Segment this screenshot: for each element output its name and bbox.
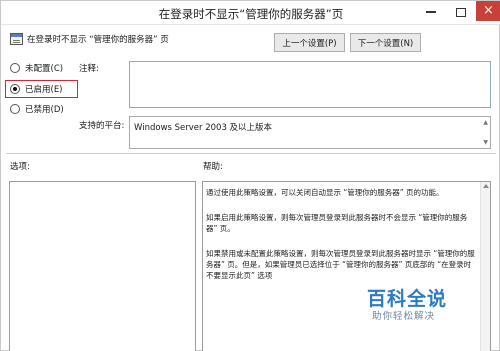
- minimize-button[interactable]: [417, 3, 445, 21]
- maximize-button[interactable]: [447, 3, 475, 21]
- radio-label: 未配置(C): [25, 64, 64, 74]
- radio-not-configured[interactable]: 未配置(C): [10, 62, 63, 74]
- scroll-up-icon[interactable]: ▲: [483, 119, 488, 126]
- maximize-icon: [456, 7, 466, 17]
- help-paragraph: 如果禁用或未配置此策略设置，则每次管理员登录到此服务器时显示 “管理你的服务器”…: [206, 249, 475, 280]
- radio-circle-icon: [10, 63, 20, 73]
- comment-label: 注释:: [79, 64, 99, 74]
- watermark-logo: 百科全说 助你轻松解决: [367, 284, 451, 322]
- policy-name: 在登录时不显示 “管理你的服务器” 页: [27, 35, 169, 45]
- scroll-down-icon[interactable]: ▼: [483, 139, 488, 146]
- help-panel: 通过使用此策略设置，可以关闭自动显示 “管理你的服务器” 页的功能。 如果启用此…: [202, 181, 491, 351]
- supported-platform-field: Windows Server 2003 及以上版本 ▲ ▼: [129, 116, 491, 149]
- options-label: 选项:: [10, 162, 30, 172]
- supported-platform-label: 支持的平台:: [79, 121, 125, 131]
- help-label: 帮助:: [203, 162, 223, 172]
- radio-label: 已禁用(D): [25, 105, 64, 115]
- radio-selected-icon: [10, 84, 20, 94]
- close-button[interactable]: ×: [476, 1, 500, 21]
- scroll-up-icon[interactable]: [483, 184, 489, 188]
- radio-disabled[interactable]: 已禁用(D): [10, 103, 64, 115]
- help-paragraph: 通过使用此策略设置，可以关闭自动显示 “管理你的服务器” 页的功能。: [206, 188, 444, 197]
- help-paragraph: 如果启用此策略设置，则每次管理员登录到此服务器时不会显示 “管理你的服务器” 页…: [206, 213, 468, 233]
- radio-label: 已启用(E): [25, 85, 63, 95]
- radio-enabled[interactable]: 已启用(E): [10, 83, 63, 95]
- next-setting-button[interactable]: 下一个设置(N): [350, 33, 421, 52]
- watermark-subtitle: 助你轻松解决: [372, 311, 436, 322]
- watermark-title: 百科全说: [367, 288, 448, 310]
- section-divider: [6, 153, 496, 154]
- options-panel: [9, 181, 196, 351]
- help-scrollbar[interactable]: [480, 182, 490, 351]
- policy-dialog-window: 在登录时不显示“管理你的服务器”页 × 在登录时不显示 “管理你的服务器” 页 …: [0, 0, 500, 351]
- minimize-icon: [426, 11, 436, 13]
- previous-setting-button[interactable]: 上一个设置(P): [274, 33, 345, 52]
- radio-circle-icon: [10, 104, 20, 114]
- title-bar: 在登录时不显示“管理你的服务器”页 ×: [1, 1, 500, 25]
- comment-textarea[interactable]: [129, 61, 491, 108]
- policy-document-icon: [10, 33, 23, 45]
- supported-platform-value: Windows Server 2003 及以上版本: [134, 123, 273, 133]
